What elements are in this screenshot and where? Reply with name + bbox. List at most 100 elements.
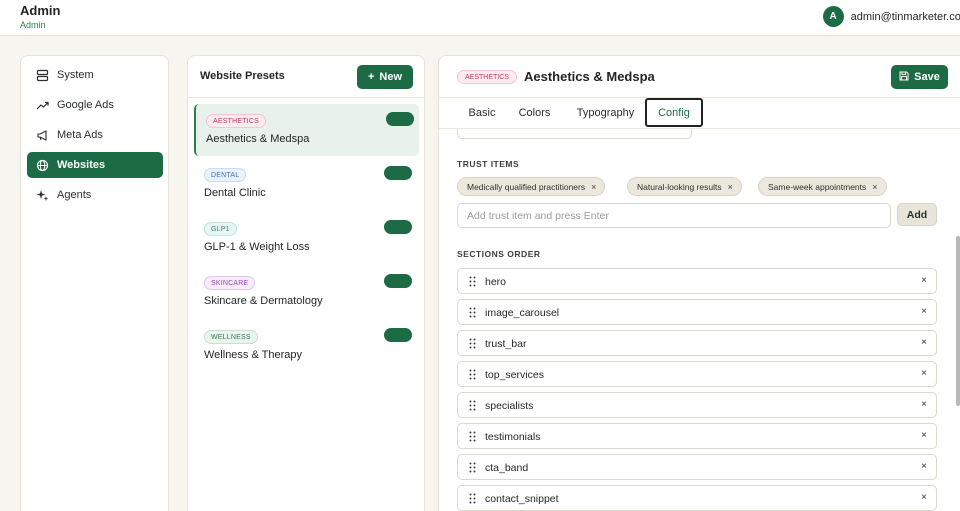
app-title: Admin <box>20 3 61 18</box>
remove-section-icon[interactable]: × <box>921 430 927 441</box>
drag-handle-icon[interactable] <box>469 462 476 473</box>
trust-chip: Medically qualified practitioners × <box>457 177 606 196</box>
user-menu[interactable]: A admin@tinmarketer.com <box>822 6 960 27</box>
section-row[interactable]: top_services × <box>457 361 937 387</box>
section-row[interactable]: testimonials × <box>457 423 937 449</box>
scrolled-input-field[interactable] <box>457 129 692 139</box>
nav-label-websites: Websites <box>57 159 106 171</box>
tab-colors[interactable]: Colors <box>512 98 557 128</box>
remove-chip-icon[interactable]: × <box>591 182 596 192</box>
preset-name: Dental Clinic <box>204 187 266 199</box>
section-name: hero <box>485 276 507 288</box>
trust-chip: Natural-looking results × <box>627 177 742 196</box>
section-row[interactable]: cta_band × <box>457 454 937 480</box>
preset-badge: DENTAL <box>204 168 247 182</box>
globe-icon <box>36 159 49 172</box>
section-name: trust_bar <box>485 338 527 350</box>
section-row[interactable]: specialists × <box>457 392 937 418</box>
editor-header: AESTHETICS Aesthetics & Medspa Save <box>439 56 960 98</box>
drag-handle-icon[interactable] <box>469 338 476 349</box>
preset-card-glp1[interactable]: GLP1 GLP-1 & Weight Loss <box>194 212 419 264</box>
presets-title: Website Presets <box>200 70 285 82</box>
avatar[interactable]: A <box>822 6 844 27</box>
remove-section-icon[interactable]: × <box>921 492 927 503</box>
remove-section-icon[interactable]: × <box>921 368 927 379</box>
section-row[interactable]: hero × <box>457 268 937 294</box>
section-name: cta_band <box>485 462 529 474</box>
preset-card-skincare[interactable]: SKINCARE Skincare & Dermatology <box>194 266 419 318</box>
editor-body: TRUST ITEMS Medically qualified practiti… <box>439 128 960 511</box>
tab-basic[interactable]: Basic <box>457 98 507 128</box>
nav-label-agents: Agents <box>57 189 92 201</box>
divider <box>188 97 424 98</box>
nav-item-google-ads[interactable]: Google Ads <box>27 92 163 118</box>
preset-badge: AESTHETICS <box>206 114 266 128</box>
trust-item-input[interactable] <box>457 203 891 228</box>
drag-handle-icon[interactable] <box>469 431 476 442</box>
section-name: specialists <box>485 400 534 412</box>
drag-handle-icon[interactable] <box>469 369 476 380</box>
top-bar: Admin Admin A admin@tinmarketer.com <box>0 0 960 36</box>
section-row[interactable]: image_carousel × <box>457 299 937 325</box>
new-preset-label: New <box>379 71 403 83</box>
trust-chip-label: Medically qualified practitioners <box>467 181 586 192</box>
preset-toggle[interactable] <box>384 166 412 180</box>
remove-chip-icon[interactable]: × <box>728 182 733 192</box>
nav-label-google-ads: Google Ads <box>57 99 114 111</box>
tab-typography[interactable]: Typography <box>568 98 643 128</box>
drag-handle-icon[interactable] <box>469 493 476 504</box>
preset-toggle[interactable] <box>384 220 412 234</box>
page-scrollbar[interactable] <box>956 236 960 406</box>
save-icon <box>899 71 909 84</box>
section-row[interactable]: contact_snippet × <box>457 485 937 511</box>
preset-name: Skincare & Dermatology <box>204 295 323 307</box>
section-row[interactable]: trust_bar × <box>457 330 937 356</box>
preset-toggle[interactable] <box>386 112 414 126</box>
nav-item-system[interactable]: System <box>27 62 163 88</box>
app-subtitle: Admin <box>20 20 46 30</box>
tab-config[interactable]: Config <box>645 98 703 127</box>
preset-name: GLP-1 & Weight Loss <box>204 241 310 253</box>
trust-chip-label: Natural-looking results <box>637 181 722 192</box>
preset-toggle[interactable] <box>384 328 412 342</box>
nav-item-meta-ads[interactable]: Meta Ads <box>27 122 163 148</box>
trust-items-label: TRUST ITEMS <box>457 159 520 169</box>
user-email: admin@tinmarketer.com <box>850 10 960 23</box>
remove-section-icon[interactable]: × <box>921 461 927 472</box>
nav-item-agents[interactable]: Agents <box>27 182 163 208</box>
nav-item-websites[interactable]: Websites <box>27 152 163 178</box>
preset-badge: GLP1 <box>204 222 237 236</box>
remove-section-icon[interactable]: × <box>921 306 927 317</box>
preset-card-aesthetics[interactable]: AESTHETICS Aesthetics & Medspa <box>194 104 419 156</box>
remove-section-icon[interactable]: × <box>921 399 927 410</box>
drag-handle-icon[interactable] <box>469 276 476 287</box>
preset-name: Wellness & Therapy <box>204 349 303 361</box>
preset-toggle[interactable] <box>384 274 412 288</box>
preset-card-wellness[interactable]: WELLNESS Wellness & Therapy <box>194 320 419 372</box>
plus-icon: + <box>367 71 375 83</box>
preset-badge: SKINCARE <box>204 276 256 290</box>
remove-section-icon[interactable]: × <box>921 275 927 286</box>
drag-handle-icon[interactable] <box>469 307 476 318</box>
sections-order-label: SECTIONS ORDER <box>457 249 541 259</box>
save-button[interactable]: Save <box>891 65 948 89</box>
trust-chip: Same-week appointments × <box>758 177 887 196</box>
new-preset-button[interactable]: + New <box>357 65 413 89</box>
add-trust-item-button[interactable]: Add <box>897 203 937 226</box>
preset-name: Aesthetics & Medspa <box>206 133 310 145</box>
nav-label-meta-ads: Meta Ads <box>57 129 103 141</box>
trust-chip-label: Same-week appointments <box>768 181 867 192</box>
save-label: Save <box>914 71 940 83</box>
remove-chip-icon[interactable]: × <box>872 182 877 192</box>
remove-section-icon[interactable]: × <box>921 337 927 348</box>
editor-badge: AESTHETICS <box>457 70 517 84</box>
server-icon <box>36 69 49 82</box>
presets-panel: Website Presets + New AESTHETICS Aesthet… <box>187 55 425 511</box>
trend-icon <box>36 99 49 112</box>
preset-card-dental[interactable]: DENTAL Dental Clinic <box>194 158 419 210</box>
preset-badge: WELLNESS <box>204 330 258 344</box>
preset-editor: AESTHETICS Aesthetics & Medspa Save Basi… <box>438 55 960 511</box>
sparkle-icon <box>36 189 49 202</box>
editor-title: Aesthetics & Medspa <box>524 69 655 84</box>
drag-handle-icon[interactable] <box>469 400 476 411</box>
